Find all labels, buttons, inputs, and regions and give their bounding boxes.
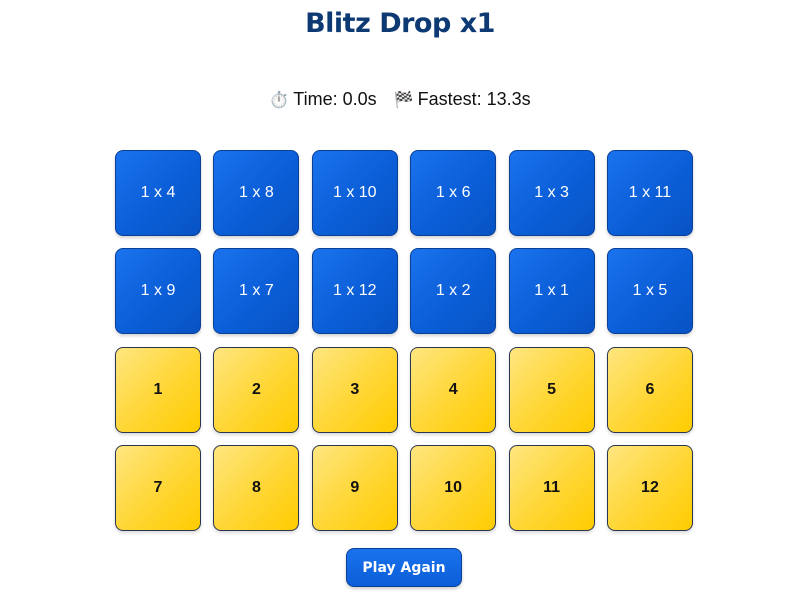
problem-tile[interactable]: 1 x 5: [606, 248, 693, 335]
fastest-stat: 🏁 Fastest: 13.3s: [394, 89, 531, 110]
problem-tile[interactable]: 1 x 6: [410, 150, 497, 236]
play-again-button[interactable]: Play Again: [346, 548, 462, 587]
answer-tile[interactable]: 12: [606, 445, 693, 532]
tile-grid: 1 x 4 1 x 8 1 x 10 1 x 6 1 x 3 1 x 11 1 …: [115, 150, 693, 532]
answer-tile[interactable]: 11: [508, 445, 595, 532]
problem-tile[interactable]: 1 x 1: [508, 248, 595, 335]
problem-tile[interactable]: 1 x 2: [410, 248, 497, 335]
problem-tile[interactable]: 1 x 12: [311, 248, 398, 335]
answer-tile[interactable]: 9: [311, 445, 398, 532]
answer-tile[interactable]: 10: [410, 445, 497, 532]
problem-tile[interactable]: 1 x 9: [115, 248, 201, 335]
answer-tile[interactable]: 3: [311, 346, 398, 433]
answer-tile[interactable]: 1: [115, 346, 201, 433]
fastest-text: Fastest: 13.3s: [417, 89, 531, 109]
stopwatch-icon: ⏱️: [269, 92, 290, 109]
problem-tile[interactable]: 1 x 7: [213, 248, 300, 335]
game-title: Blitz Drop x1: [305, 8, 495, 39]
answer-tile[interactable]: 8: [213, 445, 300, 532]
checkered-flag-icon: 🏁: [393, 92, 414, 109]
timer-stat: ⏱️ Time: 0.0s: [269, 89, 376, 110]
problem-tile[interactable]: 1 x 4: [115, 150, 201, 236]
answer-tile[interactable]: 4: [410, 346, 497, 433]
problem-tile[interactable]: 1 x 10: [311, 150, 398, 236]
answer-tile[interactable]: 7: [115, 445, 201, 532]
timer-text: Time: 0.0s: [293, 89, 377, 109]
answer-tile[interactable]: 5: [508, 346, 595, 433]
stats-bar: ⏱️ Time: 0.0s 🏁 Fastest: 13.3s: [0, 89, 800, 110]
problem-tile[interactable]: 1 x 3: [508, 150, 595, 236]
problem-tile[interactable]: 1 x 11: [606, 150, 693, 236]
answer-tile[interactable]: 6: [606, 346, 693, 433]
problem-tile[interactable]: 1 x 8: [213, 150, 300, 236]
answer-tile[interactable]: 2: [213, 346, 300, 433]
